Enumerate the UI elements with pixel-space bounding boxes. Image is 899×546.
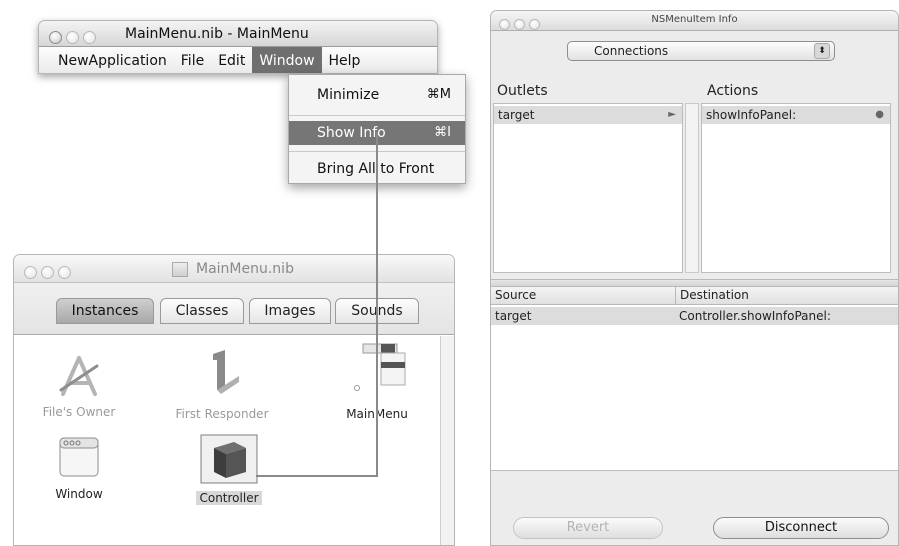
close-icon[interactable] xyxy=(24,266,37,279)
menu-file[interactable]: File xyxy=(174,47,211,73)
info-panel: NSMenuItem Info Connections ⬍ Outlets Ac… xyxy=(490,10,899,546)
tab-instances[interactable]: Instances xyxy=(56,298,154,324)
nib-window-title: MainMenu.nib xyxy=(196,261,294,277)
connected-indicator-icon: ● xyxy=(875,109,884,120)
popup-arrows-icon: ⬍ xyxy=(814,43,830,59)
controller-object[interactable]: Controller xyxy=(184,434,274,505)
object-label: File's Owner xyxy=(42,405,116,419)
connection-destination: Controller.showInfoPanel: xyxy=(679,309,831,323)
close-icon[interactable] xyxy=(49,31,62,44)
menu-bar: NewApplication File Edit Window Help xyxy=(39,47,437,73)
menu-window-title: MainMenu.nib - MainMenu xyxy=(125,26,309,42)
zoom-icon[interactable] xyxy=(58,266,71,279)
files-owner-object[interactable]: File's Owner xyxy=(34,354,124,419)
zoom-icon[interactable] xyxy=(83,31,96,44)
menu-window-titlebar: MainMenu.nib - MainMenu xyxy=(39,21,437,47)
info-panel-titlebar: NSMenuItem Info xyxy=(491,11,898,31)
actions-list[interactable]: showInfoPanel: ● xyxy=(701,103,891,273)
column-header-source[interactable]: Source xyxy=(491,287,675,305)
first-responder-icon xyxy=(213,350,239,394)
connection-line-horizontal xyxy=(256,475,378,477)
nib-window-titlebar: MainMenu.nib xyxy=(14,255,454,283)
column-header-destination[interactable]: Destination xyxy=(675,287,898,305)
menu-separator xyxy=(289,115,465,116)
tab-bar: Instances Classes Images Sounds xyxy=(14,283,454,335)
actions-header: Actions xyxy=(707,83,759,99)
application-icon xyxy=(59,356,99,396)
window-object[interactable]: Window xyxy=(34,434,124,501)
outlet-row[interactable]: target ► xyxy=(494,106,682,124)
revert-button[interactable]: Revert xyxy=(513,517,663,539)
object-label: Controller xyxy=(196,491,262,505)
cube-icon xyxy=(200,434,258,484)
menu-help[interactable]: Help xyxy=(322,47,368,73)
connections-table: Source Destination target Controller.sho… xyxy=(491,287,898,471)
table-row[interactable]: target Controller.showInfoPanel: xyxy=(491,307,898,325)
object-label: Window xyxy=(55,487,103,501)
tab-images[interactable]: Images xyxy=(249,298,331,324)
outlets-list[interactable]: target ► xyxy=(493,103,683,273)
shortcut-label: ⌘M xyxy=(426,87,451,102)
connection-line-vertical xyxy=(376,132,378,477)
action-name: showInfoPanel: xyxy=(706,108,797,122)
main-menu-window: MainMenu.nib - MainMenu NewApplication F… xyxy=(38,20,438,74)
menu-item-label: Minimize xyxy=(317,87,380,103)
connection-source: target xyxy=(495,309,532,323)
nib-file-icon xyxy=(172,262,188,277)
shortcut-label: ⌘I xyxy=(434,125,451,140)
minimize-icon[interactable] xyxy=(41,266,54,279)
outlets-header: Outlets xyxy=(497,83,548,99)
info-panel-title: NSMenuItem Info xyxy=(651,14,738,25)
vertical-scrollbar[interactable] xyxy=(440,336,454,545)
menu-item-minimize[interactable]: Minimize ⌘M xyxy=(289,83,465,107)
outlets-scrollbar[interactable] xyxy=(685,103,699,273)
menu-newapplication[interactable]: NewApplication xyxy=(51,47,174,73)
action-row[interactable]: showInfoPanel: ● xyxy=(702,106,890,124)
disconnect-button[interactable]: Disconnect xyxy=(713,517,889,539)
split-view-divider[interactable] xyxy=(491,279,898,287)
object-label: First Responder xyxy=(175,407,269,421)
inspector-mode-popup[interactable]: Connections ⬍ xyxy=(567,41,835,61)
outlet-name: target xyxy=(498,108,535,122)
menu-window[interactable]: Window xyxy=(252,47,322,73)
nib-document-window: MainMenu.nib Instances Classes Images So… xyxy=(13,254,455,546)
first-responder-object[interactable]: First Responder xyxy=(162,346,282,421)
minimize-icon[interactable] xyxy=(66,31,79,44)
tab-classes[interactable]: Classes xyxy=(160,298,244,324)
disclosure-arrow-icon: ► xyxy=(668,109,676,120)
menu-edit[interactable]: Edit xyxy=(211,47,252,73)
popup-value: Connections xyxy=(594,44,669,58)
window-icon xyxy=(59,437,99,477)
